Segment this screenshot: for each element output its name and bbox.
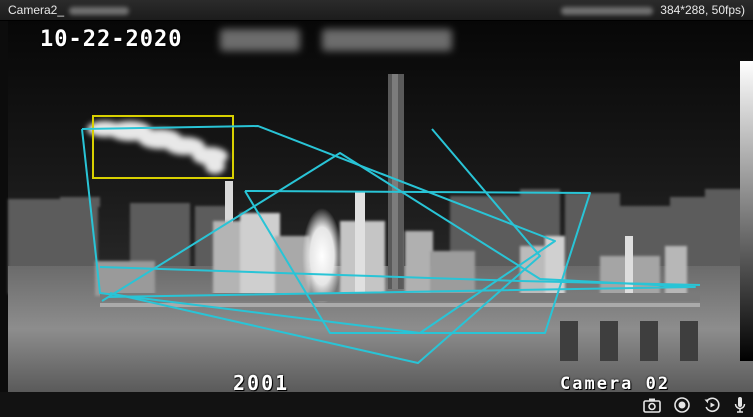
playback-icon: [704, 397, 720, 413]
camera-icon: [643, 398, 661, 413]
camera-title: Camera2_: [8, 0, 130, 21]
thermal-video-feed[interactable]: 10-22-2020 2001 Camera 02: [0, 21, 753, 392]
camera-view-window: Camera2_ 384*288, 50fps) 10-22-2020 2001…: [0, 0, 753, 417]
osd-channel-code: 2001: [233, 371, 290, 392]
redacted-stream-rate: [560, 6, 653, 15]
record-button[interactable]: [672, 395, 692, 415]
video-frame: [0, 21, 753, 392]
osd-date: 10-22-2020: [40, 27, 183, 52]
redacted-camera-id: [69, 6, 130, 15]
instant-playback-button[interactable]: [702, 395, 722, 415]
audio-talk-button[interactable]: [730, 395, 750, 415]
stream-resolution: 384*288, 50fps): [660, 3, 745, 17]
osd-redacted-weekday: [220, 29, 300, 51]
video-toolbar: [0, 392, 753, 417]
camera-title-bar: Camera2_ 384*288, 50fps): [0, 0, 753, 21]
steam-plume: [302, 208, 342, 304]
osd-camera-label: Camera 02: [560, 374, 671, 392]
temperature-scale-bar: [740, 61, 753, 361]
osd-redacted-time: [322, 29, 452, 51]
record-icon: [674, 397, 690, 413]
stream-info: 384*288, 50fps): [560, 0, 745, 21]
snapshot-button[interactable]: [642, 395, 662, 415]
camera-name: Camera2_: [8, 3, 65, 17]
microphone-icon: [734, 397, 746, 413]
